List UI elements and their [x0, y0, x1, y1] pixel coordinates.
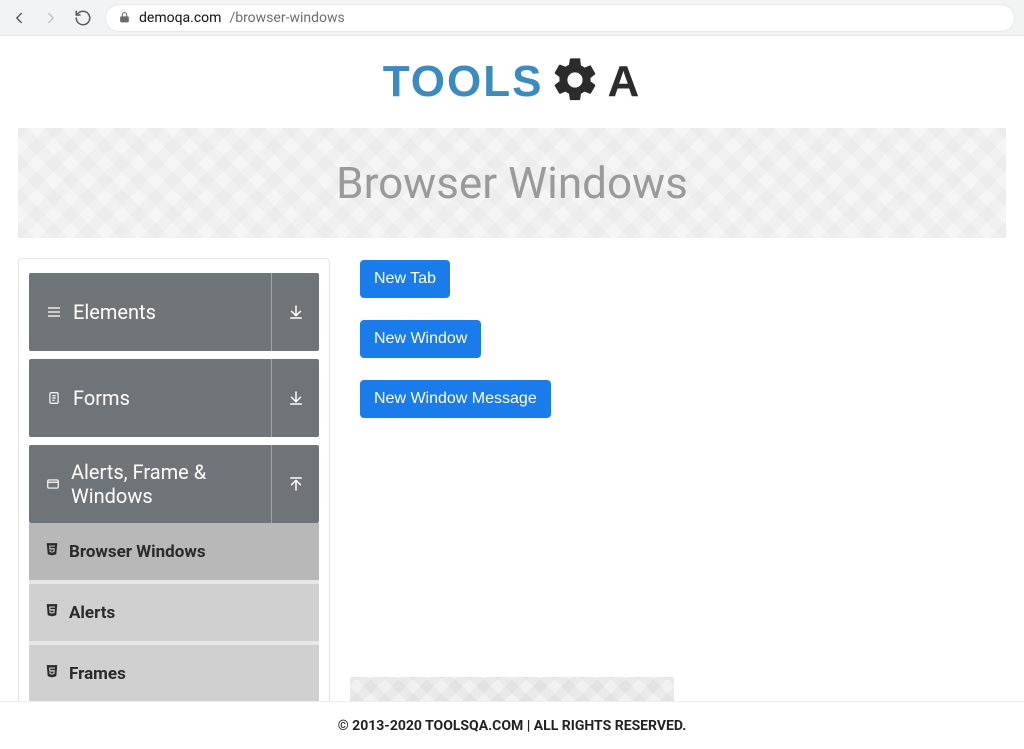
sidebar-item-alerts[interactable]: Alerts — [29, 580, 319, 641]
accordion-alerts-frame-windows[interactable]: Alerts, Frame & Windows — [29, 445, 319, 523]
page-title: Browser Windows — [336, 157, 688, 209]
footer-wrap: © 2013-2020 TOOLSQA.COM | ALL RIGHTS RES… — [0, 677, 1024, 749]
new-window-message-button[interactable]: New Window Message — [360, 380, 551, 418]
lock-icon — [118, 11, 131, 24]
expand-icon — [271, 273, 319, 351]
new-window-button[interactable]: New Window — [360, 320, 481, 358]
window-icon — [45, 477, 61, 491]
accordion-sublist: Browser Windows Alerts Fra — [29, 523, 319, 702]
footer: © 2013-2020 TOOLSQA.COM | ALL RIGHTS RES… — [0, 701, 1024, 749]
new-tab-button[interactable]: New Tab — [360, 260, 450, 298]
url-path: /browser-windows — [229, 10, 344, 26]
sidebar: Elements Forms — [18, 258, 330, 717]
logo-text-a: A — [607, 57, 641, 107]
title-banner: Browser Windows — [18, 128, 1006, 238]
document-icon — [45, 390, 63, 406]
sidebar-item-label: Browser Windows — [69, 542, 206, 562]
accordion-label: Forms — [73, 386, 130, 410]
menu-icon — [45, 304, 63, 320]
expand-icon — [271, 359, 319, 437]
accordion-label: Elements — [73, 300, 156, 324]
html-icon — [45, 602, 59, 623]
site-logo[interactable]: TOOLS A — [383, 54, 642, 110]
footer-text: © 2013-2020 TOOLSQA.COM | ALL RIGHTS RES… — [338, 718, 687, 734]
accordion-forms[interactable]: Forms — [29, 359, 319, 437]
back-button[interactable] — [10, 9, 28, 27]
accordion-label: Alerts, Frame & Windows — [71, 460, 255, 508]
browser-bar: demoqa.com/browser-windows — [0, 0, 1024, 36]
html-icon — [45, 541, 59, 562]
sidebar-item-label: Alerts — [69, 603, 115, 623]
forward-button[interactable] — [42, 9, 60, 27]
address-bar[interactable]: demoqa.com/browser-windows — [106, 5, 1014, 31]
url-domain: demoqa.com — [139, 10, 221, 26]
sidebar-item-browser-windows[interactable]: Browser Windows — [29, 523, 319, 580]
logo-text-tools: TOOLS — [383, 57, 544, 107]
footer-pattern — [350, 677, 674, 701]
reload-button[interactable] — [74, 9, 92, 27]
main-content: New Tab New Window New Window Message — [360, 258, 1006, 440]
accordion-elements[interactable]: Elements — [29, 273, 319, 351]
collapse-icon — [271, 445, 319, 523]
gear-icon — [549, 54, 601, 110]
logo-band: TOOLS A — [0, 36, 1024, 128]
